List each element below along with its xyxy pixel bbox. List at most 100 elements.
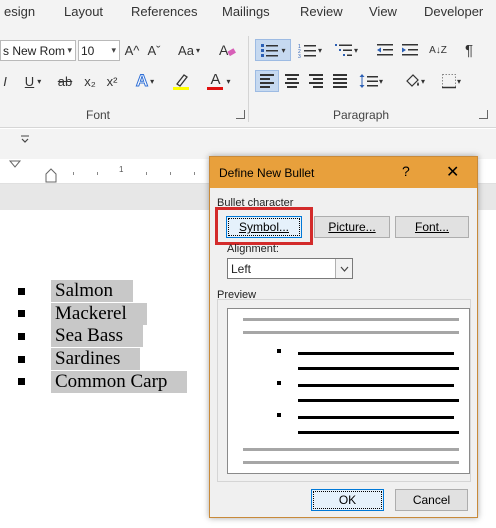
numbering-button[interactable]: 123 ▾ (295, 39, 325, 61)
preview-line (298, 416, 454, 419)
font-color-button[interactable]: A ▾ (202, 70, 236, 92)
group-separator (248, 36, 249, 122)
tab-view[interactable]: View (369, 4, 397, 19)
list-item[interactable]: Sardines (14, 348, 187, 371)
ok-button[interactable]: OK (311, 489, 384, 511)
alignment-select[interactable]: Left (227, 258, 353, 279)
paragraph-group-label: Paragraph (333, 108, 390, 122)
chevron-down-icon: ▾ (317, 45, 322, 55)
shading-icon (406, 74, 419, 87)
grow-font-button[interactable]: A^ (122, 39, 142, 61)
qat-customize-button[interactable] (20, 133, 30, 147)
list-item-text: Mackerel (51, 302, 147, 325)
chevron-down-icon: ▾ (226, 76, 231, 86)
justify-button[interactable] (329, 70, 351, 92)
superscript-button[interactable]: x² (102, 70, 122, 92)
chevron-down-icon: ▾ (378, 76, 383, 86)
preview-line (298, 399, 459, 402)
italic-button[interactable]: I (0, 70, 10, 92)
alignment-label: Alignment: (227, 243, 279, 255)
list-item-text: Salmon (51, 280, 134, 303)
indent-marker-icon[interactable] (8, 160, 22, 186)
dialog-title-bar[interactable]: Define New Bullet ? ✕ (210, 157, 477, 188)
font-size-combo[interactable]: 10 ▾ (78, 40, 120, 61)
ribbon-tabs: esign Layout References Mailings Review … (0, 0, 496, 22)
change-case-button[interactable]: Aa ▾ (172, 39, 206, 61)
underline-button[interactable]: U ▾ (20, 70, 46, 92)
list-item[interactable]: Salmon (14, 280, 187, 303)
list-item[interactable]: Sea Bass (14, 325, 187, 348)
close-button[interactable]: ✕ (446, 162, 459, 182)
show-formatting-button[interactable]: ¶ (459, 39, 479, 61)
multilevel-list-button[interactable]: ▾ (330, 39, 362, 61)
strikethrough-icon: ab (57, 73, 73, 89)
shrink-font-button[interactable]: Aˇ (144, 39, 164, 61)
font-dialog-launcher-icon[interactable] (236, 110, 245, 119)
subscript-icon: x₂ (84, 73, 96, 89)
borders-button[interactable]: ▾ (435, 70, 467, 92)
preview-line (298, 431, 459, 434)
align-right-button[interactable] (305, 70, 327, 92)
line-spacing-icon (359, 74, 378, 88)
define-new-bullet-dialog: Define New Bullet ? ✕ Bullet character S… (209, 156, 478, 518)
tab-references[interactable]: References (131, 4, 197, 19)
font-button[interactable]: Font... (395, 216, 469, 238)
align-right-icon (309, 74, 323, 88)
font-size-value: 10 (81, 43, 95, 58)
decrease-indent-button[interactable] (374, 39, 396, 61)
chevron-down-icon: ▾ (353, 45, 358, 55)
ruler-tick (146, 172, 147, 175)
tab-review[interactable]: Review (300, 4, 343, 19)
preview-line (243, 461, 459, 464)
alignment-value: Left (231, 261, 252, 276)
preview-line (243, 448, 459, 451)
ruler-tick (97, 172, 98, 175)
strikethrough-button[interactable]: ab (54, 70, 76, 92)
increase-indent-icon (402, 44, 418, 56)
cancel-button[interactable]: Cancel (395, 489, 468, 511)
sort-button[interactable]: A↓Z (428, 39, 448, 61)
bullets-button[interactable]: ▾ (255, 39, 291, 61)
align-center-button[interactable] (281, 70, 303, 92)
preview-bullet-icon (277, 413, 281, 417)
sort-icon: A↓Z (429, 44, 447, 56)
chevron-down-icon: ▾ (456, 76, 461, 86)
align-left-button[interactable] (255, 70, 279, 92)
list-item-text: Sea Bass (51, 325, 144, 348)
tab-layout[interactable]: Layout (64, 4, 103, 19)
bulleted-list[interactable]: Salmon Mackerel Sea Bass Sardines Common… (14, 280, 188, 393)
shading-button[interactable]: ▾ (398, 70, 430, 92)
preview-line (298, 367, 459, 370)
increase-indent-button[interactable] (399, 39, 421, 61)
text-effects-button[interactable]: A ▾ (130, 70, 160, 92)
font-group-label: Font (86, 108, 111, 122)
underline-icon: U (24, 73, 35, 89)
ruler-tick (194, 172, 195, 175)
tab-mailings[interactable]: Mailings (222, 4, 270, 19)
chevron-down-icon: ▾ (195, 45, 200, 55)
bullet-icon (18, 355, 25, 363)
symbol-button[interactable]: Symbol... (226, 216, 302, 238)
font-color-icon: A (210, 70, 221, 88)
list-item[interactable]: Mackerel (14, 302, 187, 326)
list-item[interactable]: Common Carp (14, 370, 188, 393)
preview-bullet-icon (277, 349, 281, 353)
numbering-icon: 123 (298, 44, 316, 58)
picture-button-label: Picture... (328, 220, 376, 234)
chevron-down-icon[interactable] (335, 259, 352, 278)
highlight-button[interactable] (166, 70, 196, 92)
clear-formatting-button[interactable]: A (216, 39, 238, 61)
font-name-combo[interactable]: s New Rom ▾ (0, 40, 76, 61)
picture-button[interactable]: Picture... (314, 216, 390, 238)
tab-developer[interactable]: Developer (424, 4, 483, 19)
italic-icon: I (3, 73, 7, 89)
preview-bullet-icon (277, 381, 281, 385)
hanging-indent-icon[interactable] (44, 168, 58, 184)
subscript-button[interactable]: x₂ (80, 70, 100, 92)
help-button[interactable]: ? (402, 163, 410, 179)
line-spacing-button[interactable]: ▾ (355, 70, 387, 92)
chevron-down-icon: ▾ (420, 76, 425, 86)
bullet-icon (18, 310, 25, 318)
tab-design[interactable]: esign (4, 4, 35, 19)
paragraph-dialog-launcher-icon[interactable] (479, 110, 488, 119)
